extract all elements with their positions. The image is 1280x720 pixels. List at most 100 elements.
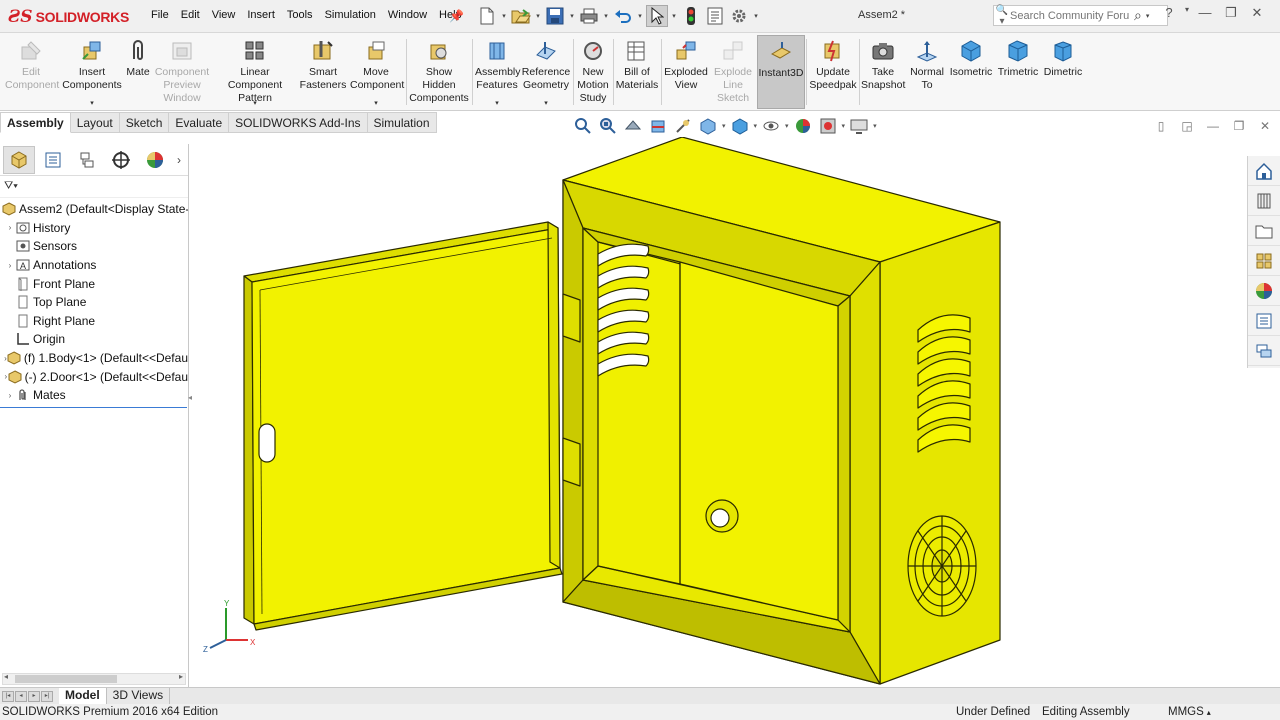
configuration-manager-icon[interactable] — [71, 146, 103, 174]
tree-filter[interactable]: ⛛▾ — [0, 176, 188, 198]
viewport-split-icon[interactable]: ▯ — [1152, 119, 1170, 133]
minimize-icon[interactable]: — — [1192, 5, 1218, 21]
menu-window[interactable]: Window — [382, 9, 433, 21]
new-dropdown-icon[interactable]: ▾ — [500, 12, 508, 20]
property-manager-icon[interactable] — [37, 146, 69, 174]
restore-icon[interactable]: ❐ — [1218, 5, 1244, 21]
open-folder-icon[interactable] — [510, 5, 532, 27]
select-dropdown-icon[interactable]: ▾ — [670, 12, 678, 20]
apply-scene-dropdown-icon[interactable]: ▾ — [842, 122, 846, 130]
view-settings-dropdown-icon[interactable]: ▾ — [873, 122, 877, 130]
new-motion-study-button[interactable]: New Motion Study — [574, 35, 612, 109]
tab-simulation[interactable]: Simulation — [367, 112, 437, 133]
menu-tools[interactable]: Tools — [281, 9, 319, 21]
zoom-to-fit-icon[interactable] — [572, 116, 594, 136]
close-icon[interactable]: ✕ — [1244, 5, 1270, 21]
mate-button[interactable]: Mate — [124, 35, 152, 109]
print-icon[interactable] — [578, 5, 600, 27]
menu-simulation[interactable]: Simulation — [319, 9, 382, 21]
linear-pattern-dropdown-icon[interactable]: ▾ — [253, 99, 257, 107]
tab-assembly[interactable]: Assembly — [0, 112, 71, 133]
instant3d-button[interactable]: Instant3D — [757, 35, 805, 109]
hide-show-dropdown-icon[interactable]: ▾ — [785, 122, 789, 130]
viewport-expand-icon[interactable]: ◲ — [1178, 119, 1196, 133]
search-input[interactable] — [1010, 9, 1130, 22]
tree-item-origin[interactable]: Origin — [0, 330, 188, 349]
appearances-scenes-icon[interactable] — [1248, 276, 1280, 306]
save-dropdown-icon[interactable]: ▾ — [568, 12, 576, 20]
search-scope-icon[interactable]: 🔍▾ — [994, 5, 1010, 27]
exploded-view-button[interactable]: Exploded View — [662, 35, 710, 109]
zoom-to-area-icon[interactable] — [597, 116, 619, 136]
help-dropdown-icon[interactable]: ▾ — [1182, 5, 1192, 21]
scroll-left-icon[interactable]: ◂ — [4, 672, 8, 681]
edit-appearance-icon[interactable] — [792, 116, 814, 136]
options-gear-icon[interactable] — [728, 5, 750, 27]
rebuild-icon[interactable] — [680, 5, 702, 27]
isometric-button[interactable]: Isometric — [948, 35, 994, 109]
take-snapshot-button[interactable]: Take Snapshot — [860, 35, 906, 109]
options-dropdown-icon[interactable]: ▾ — [752, 12, 760, 20]
tab-layout[interactable]: Layout — [70, 112, 120, 133]
update-speedpak-button[interactable]: Update Speedpak — [808, 35, 858, 109]
view-palette-icon[interactable] — [1248, 246, 1280, 276]
door-component[interactable] — [243, 221, 563, 631]
explode-line-sketch-button[interactable]: Explode Line Sketch — [710, 35, 756, 109]
previous-view-icon[interactable] — [622, 116, 644, 136]
apply-scene-icon[interactable] — [817, 116, 839, 136]
move-component-dropdown-icon[interactable]: ▾ — [374, 99, 378, 107]
tree-item-mates[interactable]: › Mates — [0, 386, 188, 405]
hide-show-items-icon[interactable] — [760, 116, 782, 136]
undo-icon[interactable] — [612, 5, 634, 27]
file-explorer-icon[interactable] — [1248, 216, 1280, 246]
next-tab-icon[interactable]: ▸ — [28, 690, 40, 702]
section-view-icon[interactable] — [647, 116, 669, 136]
bill-of-materials-button[interactable]: Bill of Materials — [614, 35, 660, 109]
reference-geometry-dropdown-icon[interactable]: ▾ — [544, 99, 548, 107]
tab-evaluate[interactable]: Evaluate — [169, 112, 230, 133]
print-dropdown-icon[interactable]: ▾ — [602, 12, 610, 20]
edit-component-button[interactable]: Edit Component — [2, 35, 60, 109]
insert-components-button[interactable]: Insert Components ▾ — [60, 35, 124, 109]
forum-icon[interactable] — [1248, 336, 1280, 366]
linear-component-pattern-button[interactable]: Linear Component Pattern ▾ — [212, 35, 298, 109]
select-icon[interactable] — [646, 5, 668, 27]
tree-root-assembly[interactable]: Assem2 (Default<Display State-1 — [0, 200, 188, 219]
expand-arrow-icon[interactable]: › — [4, 223, 16, 232]
chevron-right-icon[interactable]: › — [177, 153, 181, 167]
first-tab-icon[interactable]: |◂ — [2, 690, 14, 702]
new-document-icon[interactable] — [476, 5, 498, 27]
view-settings-icon[interactable] — [848, 116, 870, 136]
dimetric-button[interactable]: Dimetric — [1042, 35, 1084, 109]
help-icon[interactable]: ? — [1156, 5, 1182, 21]
dimxpert-manager-icon[interactable] — [105, 146, 137, 174]
custom-properties-icon[interactable] — [1248, 306, 1280, 336]
dynamic-annotation-icon[interactable] — [672, 116, 694, 136]
search-icon[interactable]: ⌕ — [1134, 7, 1142, 24]
tree-item-sensors[interactable]: Sensors — [0, 237, 188, 256]
viewport-restore-icon[interactable]: ❐ — [1230, 119, 1248, 133]
component-preview-window-button[interactable]: Component Preview Window — [152, 35, 212, 109]
view-orientation-icon[interactable] — [697, 116, 719, 136]
search-box[interactable]: 🔍▾ ⌕ ▾ — [993, 5, 1168, 27]
viewport-minimize-icon[interactable]: — — [1204, 119, 1222, 133]
menu-view[interactable]: View — [206, 9, 242, 21]
insert-components-dropdown-icon[interactable]: ▾ — [90, 99, 94, 107]
tab-sketch[interactable]: Sketch — [119, 112, 170, 133]
assembly-features-button[interactable]: Assembly Features ▾ — [474, 35, 521, 109]
graphics-area[interactable]: Y X Z — [190, 137, 1246, 686]
design-library-icon[interactable] — [1248, 186, 1280, 216]
solidworks-resources-home-icon[interactable] — [1248, 156, 1280, 186]
display-style-dropdown-icon[interactable]: ▾ — [754, 122, 758, 130]
display-manager-icon[interactable] — [139, 146, 171, 174]
solidworks-logo[interactable]: ƧS SOLIDWORKS — [8, 6, 129, 28]
filter-icon[interactable]: ⛛▾ — [4, 180, 18, 193]
unit-system-selector[interactable]: MMGS ▴ — [1168, 706, 1211, 718]
save-icon[interactable] — [544, 5, 566, 27]
trimetric-button[interactable]: Trimetric — [996, 35, 1040, 109]
tree-item-door[interactable]: › (-) 2.Door<1> (Default<<Defau — [0, 367, 188, 386]
units-dropdown-icon[interactable]: ▴ — [1207, 708, 1211, 717]
search-dropdown-icon[interactable]: ▾ — [1146, 12, 1150, 20]
open-dropdown-icon[interactable]: ▾ — [534, 12, 542, 20]
smart-fasteners-button[interactable]: Smart Fasteners — [298, 35, 348, 109]
